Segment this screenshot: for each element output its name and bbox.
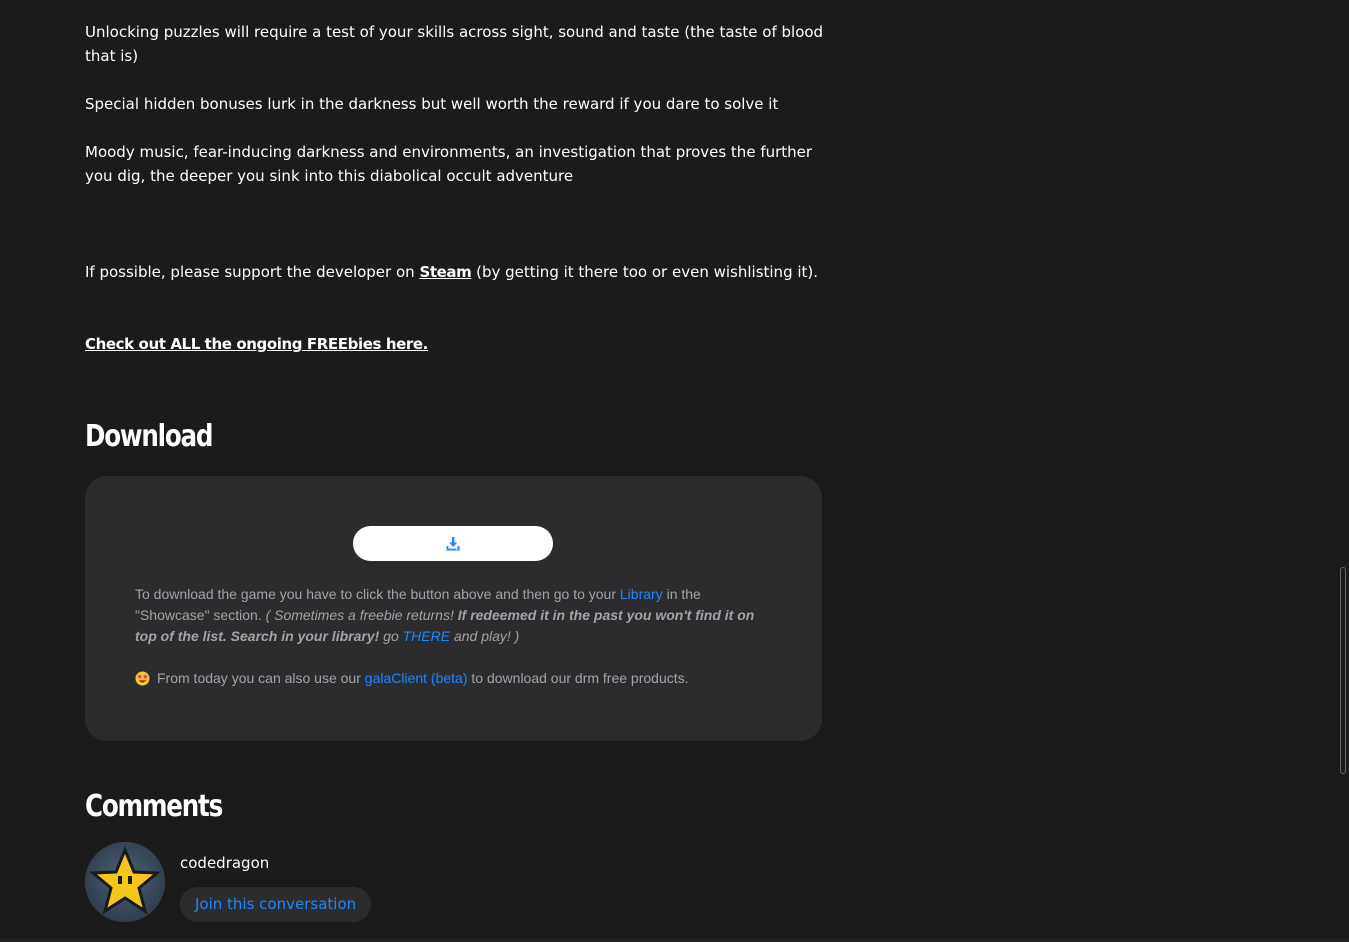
description-paragraph: Moody music, fear-inducing darkness and … xyxy=(85,143,813,185)
support-developer-text: If possible, please support the develope… xyxy=(85,260,825,284)
client-suffix: to download our drm free products. xyxy=(467,670,689,686)
there-link[interactable]: THERE xyxy=(403,628,450,644)
star-struck-emoji-icon xyxy=(135,671,150,686)
avatar[interactable] xyxy=(85,842,165,922)
comments-heading: Comments xyxy=(85,789,223,824)
instructions-prefix: To download the game you have to click t… xyxy=(135,586,620,602)
freebies-paragraph: Check out ALL the ongoing FREEbies here. xyxy=(85,332,825,356)
description-paragraph: Unlocking puzzles will require a test of… xyxy=(85,23,824,65)
support-prefix: If possible, please support the develope… xyxy=(85,263,420,281)
galaclient-link[interactable]: galaClient (beta) xyxy=(365,670,468,686)
download-heading: Download xyxy=(85,419,213,454)
galaclient-note: From today you can also use our galaClie… xyxy=(135,668,775,689)
client-text: From today you can also use our galaClie… xyxy=(157,668,689,689)
download-button[interactable] xyxy=(353,526,553,561)
page-bottom-edge xyxy=(0,938,1349,942)
download-icon xyxy=(445,536,461,552)
steam-link[interactable]: Steam xyxy=(419,263,471,281)
note-close: and play! ) xyxy=(450,628,520,644)
support-suffix: (by getting it there too or even wishlis… xyxy=(471,263,819,281)
scrollbar-thumb[interactable] xyxy=(1340,567,1346,774)
page: Unlocking puzzles will require a test of… xyxy=(0,0,1349,942)
note-open: ( Sometimes a freebie returns! xyxy=(265,607,458,623)
comment-composer: codedragon Join this conversation xyxy=(85,842,485,922)
comment-username: codedragon xyxy=(180,854,270,872)
download-panel: To download the game you have to click t… xyxy=(85,476,822,741)
description-paragraph: Special hidden bonuses lurk in the darkn… xyxy=(85,95,779,113)
client-prefix: From today you can also use our xyxy=(157,670,365,686)
note-go: go xyxy=(379,628,403,644)
join-conversation-button[interactable]: Join this conversation xyxy=(180,887,372,922)
star-avatar-icon xyxy=(85,842,165,922)
library-link[interactable]: Library xyxy=(620,586,663,602)
freebies-link[interactable]: Check out ALL the ongoing FREEbies here. xyxy=(85,335,428,353)
scrollbar-track[interactable] xyxy=(1339,0,1349,942)
download-instructions: To download the game you have to click t… xyxy=(135,584,775,647)
